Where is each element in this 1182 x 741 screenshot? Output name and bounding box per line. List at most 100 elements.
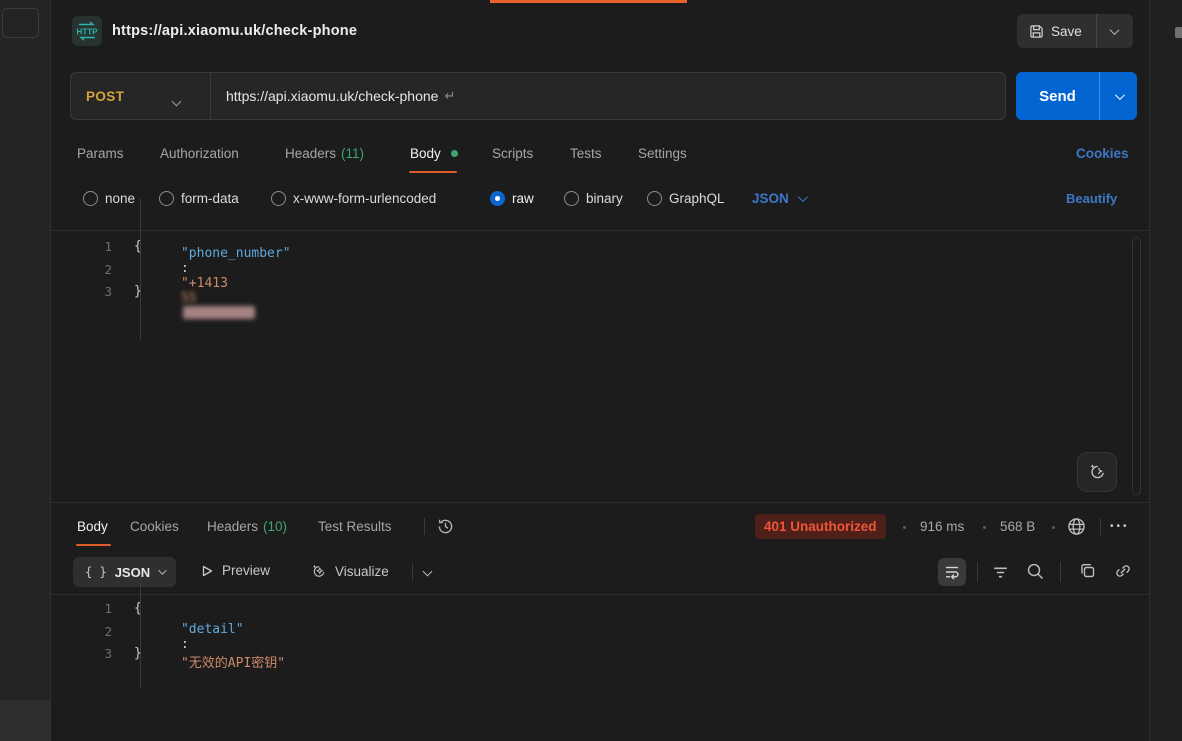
wrap-text-icon bbox=[943, 563, 961, 581]
beautify-link[interactable]: Beautify bbox=[1066, 191, 1117, 206]
tab-tests[interactable]: Tests bbox=[570, 146, 602, 161]
json-value: "无效的API密钥" bbox=[181, 656, 285, 671]
line-number: 1 bbox=[51, 601, 112, 616]
response-tab-cookies[interactable]: Cookies bbox=[130, 519, 179, 534]
headers-count-badge: (11) bbox=[341, 146, 364, 161]
response-tab-body[interactable]: Body bbox=[77, 519, 108, 534]
http-request-icon: HTTP bbox=[72, 16, 102, 46]
chevron-down-icon bbox=[798, 192, 808, 202]
enter-key-icon: ↵ bbox=[444, 88, 455, 104]
tab-authorization[interactable]: Authorization bbox=[160, 146, 239, 161]
postbot-icon bbox=[1087, 462, 1107, 482]
response-code-line[interactable]: 2 "detail" : "无效的API密钥" bbox=[51, 620, 285, 643]
history-icon bbox=[436, 517, 455, 536]
save-button-label: Save bbox=[1051, 24, 1082, 39]
braces-icon: { } bbox=[85, 565, 107, 579]
radio-binary[interactable]: binary bbox=[564, 191, 623, 206]
copy-button[interactable] bbox=[1078, 561, 1098, 581]
radio-raw-label: raw bbox=[512, 191, 534, 206]
sidebar-footer bbox=[0, 700, 50, 741]
chevron-down-icon bbox=[423, 567, 433, 577]
json-key: "phone_number" bbox=[181, 246, 291, 261]
radio-urlencoded[interactable]: x-www-form-urlencoded bbox=[271, 191, 436, 206]
status-badge: 401 Unauthorized bbox=[755, 514, 886, 539]
radio-raw[interactable]: raw bbox=[490, 191, 534, 206]
send-button-group: Send bbox=[1016, 72, 1137, 120]
network-info-button[interactable] bbox=[1066, 516, 1087, 537]
save-options-button[interactable] bbox=[1097, 14, 1133, 48]
response-tab-headers-label: Headers bbox=[207, 519, 258, 534]
body-modified-dot bbox=[451, 150, 458, 157]
radio-none[interactable]: none bbox=[83, 191, 135, 206]
radio-graphql[interactable]: GraphQL bbox=[647, 191, 725, 206]
request-code-line[interactable]: 3 } bbox=[51, 280, 142, 303]
response-history-button[interactable] bbox=[436, 517, 455, 536]
method-select[interactable]: POST bbox=[86, 89, 124, 104]
response-tab-headers[interactable]: Headers (10) bbox=[207, 519, 287, 534]
tab-headers[interactable]: Headers (11) bbox=[285, 146, 364, 161]
method-chevron-down-icon[interactable] bbox=[173, 92, 180, 110]
collapsed-sidebar-item[interactable] bbox=[2, 8, 39, 38]
request-code-line[interactable]: 2 "phone_number" : "+1413 55 bbox=[51, 258, 291, 281]
link-button[interactable] bbox=[1113, 561, 1133, 581]
more-options-button[interactable]: ••• bbox=[1110, 521, 1130, 532]
chevron-down-icon bbox=[158, 566, 166, 574]
toolbar-divider bbox=[1060, 562, 1061, 582]
response-headers-count-badge: (10) bbox=[263, 519, 287, 534]
response-tab-test-results[interactable]: Test Results bbox=[318, 519, 392, 534]
radio-icon bbox=[83, 191, 98, 206]
radio-icon bbox=[647, 191, 662, 206]
tab-scripts[interactable]: Scripts bbox=[492, 146, 533, 161]
radio-binary-label: binary bbox=[586, 191, 623, 206]
chevron-down-icon bbox=[1115, 90, 1125, 100]
meta-separator-dot bbox=[1052, 526, 1055, 529]
active-response-tab-underline bbox=[76, 544, 111, 546]
toolbar-divider bbox=[977, 562, 978, 582]
chevron-down-icon bbox=[1110, 25, 1120, 35]
visualize-label: Visualize bbox=[335, 564, 389, 579]
search-button[interactable] bbox=[1025, 561, 1046, 582]
right-sidebar-rail bbox=[1149, 0, 1182, 741]
redacted-value-block bbox=[183, 306, 255, 319]
json-colon: : bbox=[181, 261, 197, 276]
response-code-line[interactable]: 3 } bbox=[51, 642, 142, 665]
json-value-visible: "+1413 bbox=[181, 276, 228, 291]
indent-guide bbox=[140, 198, 141, 340]
language-select[interactable]: JSON bbox=[752, 191, 805, 206]
visualize-button[interactable]: Visualize bbox=[310, 563, 389, 580]
cookies-link[interactable]: Cookies bbox=[1076, 146, 1129, 161]
json-colon: : bbox=[181, 637, 197, 652]
panel-divider[interactable] bbox=[51, 502, 1149, 503]
code-text: } bbox=[134, 284, 142, 299]
send-button[interactable]: Send bbox=[1016, 72, 1100, 120]
request-code-line[interactable]: 1 { bbox=[51, 235, 142, 258]
url-box-divider bbox=[210, 73, 211, 119]
meta-separator-dot bbox=[903, 526, 906, 529]
collapse-panel-icon[interactable] bbox=[1175, 27, 1182, 38]
tab-settings[interactable]: Settings bbox=[638, 146, 687, 161]
postbot-button[interactable] bbox=[1077, 452, 1117, 492]
filter-icon bbox=[990, 562, 1011, 583]
request-title: https://api.xiaomu.uk/check-phone bbox=[112, 23, 357, 39]
api-client-window: HTTP https://api.xiaomu.uk/check-phone S… bbox=[0, 0, 1182, 741]
tab-body[interactable]: Body bbox=[410, 146, 441, 161]
wrap-text-button[interactable] bbox=[938, 558, 966, 586]
indent-guide bbox=[140, 574, 141, 689]
radio-urlencoded-label: x-www-form-urlencoded bbox=[293, 191, 436, 206]
toolbar-divider bbox=[412, 563, 413, 581]
play-icon bbox=[200, 564, 214, 578]
url-input[interactable]: https://api.xiaomu.uk/check-phone ↵ bbox=[226, 88, 455, 104]
line-number: 2 bbox=[51, 262, 112, 277]
active-request-tab-underline bbox=[409, 171, 457, 173]
visualize-options-button[interactable] bbox=[424, 568, 431, 575]
tab-headers-label: Headers bbox=[285, 146, 336, 161]
language-select-value: JSON bbox=[752, 191, 789, 206]
radio-none-label: none bbox=[105, 191, 135, 206]
left-sidebar-rail bbox=[0, 0, 51, 741]
send-options-button[interactable] bbox=[1100, 72, 1137, 120]
save-button[interactable]: Save bbox=[1017, 14, 1097, 48]
request-editor-scrollbar[interactable] bbox=[1132, 237, 1141, 495]
filter-button[interactable] bbox=[990, 562, 1011, 583]
response-code-line[interactable]: 1 { bbox=[51, 597, 142, 620]
tab-params[interactable]: Params bbox=[77, 146, 124, 161]
